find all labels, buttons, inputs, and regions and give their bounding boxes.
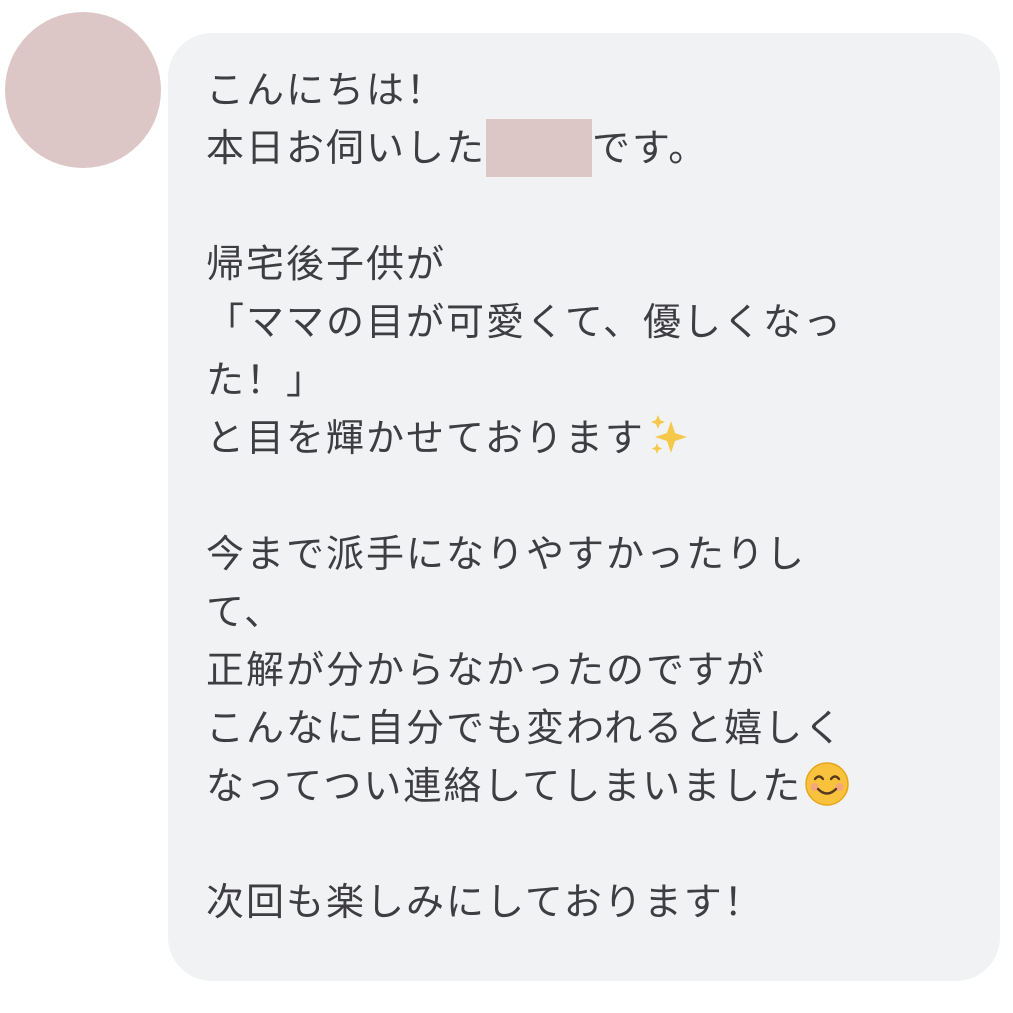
message-line: て、 xyxy=(206,590,285,634)
message-line: 次回も楽しみにしております！ xyxy=(206,880,764,924)
smiling-face-icon xyxy=(805,762,849,806)
redacted-name xyxy=(486,119,593,177)
message-line: 正解が分からなかったのですが xyxy=(206,648,767,692)
message-line: 「ママの目が可愛くて、優しくなっ xyxy=(206,300,843,344)
message-line: と目を輝かせております xyxy=(206,409,946,467)
sparkles-icon xyxy=(650,415,687,454)
message-line: 帰宅後子供が xyxy=(206,242,447,286)
message-bubble: こんにちは！ 本日お伺いした です。 帰宅後子供が 「ママの目が可愛くて、優しくな… xyxy=(168,33,1000,981)
message-line: た！」 xyxy=(206,358,327,402)
avatar[interactable] xyxy=(5,12,161,168)
message-text: こんにちは！ 本日お伺いした です。 帰宅後子供が 「ママの目が可愛くて、優しくな… xyxy=(206,61,946,931)
message-line: こんなに自分でも変われると嬉しく xyxy=(206,706,845,750)
message-line: なってつい連絡してしまいました xyxy=(206,757,946,815)
message-line: 今まで派手になりやすかったりし xyxy=(206,532,807,576)
message-line: 本日お伺いした です。 xyxy=(206,119,946,177)
message-line: こんにちは！ xyxy=(206,68,447,112)
chat-screen: こんにちは！ 本日お伺いした です。 帰宅後子供が 「ママの目が可愛くて、優しくな… xyxy=(0,0,1013,1013)
